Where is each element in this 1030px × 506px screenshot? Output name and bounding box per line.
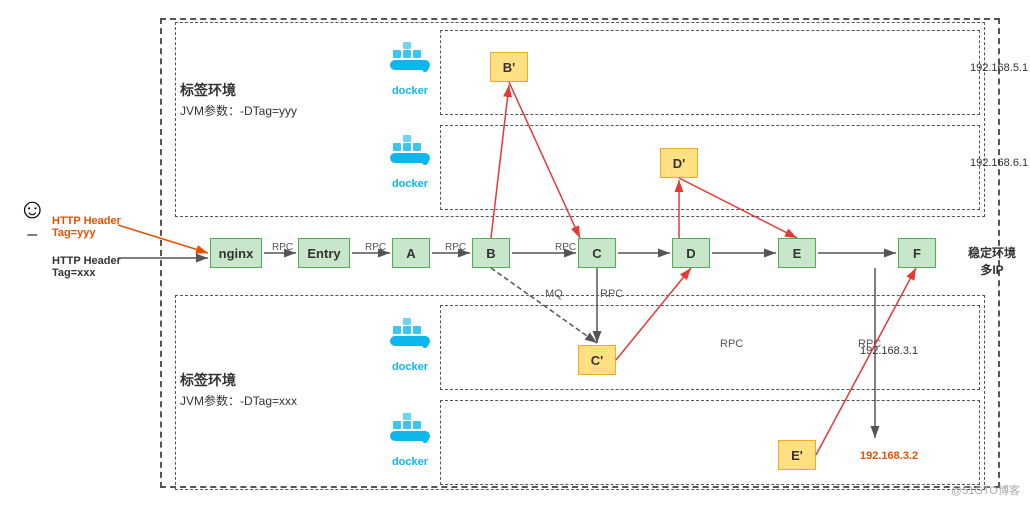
bot-env-label2: JVM参数：-DTag=xxx (180, 392, 297, 409)
docker-label-top2: docker (385, 178, 435, 190)
svc-entry: Entry (298, 238, 350, 268)
svc-c-prime: C' (578, 345, 616, 375)
http-header-tag-xxx: HTTP Header Tag=xxx (52, 255, 121, 279)
watermark: @51GTO博客 (951, 482, 1020, 498)
docker-label-top1: docker (385, 85, 435, 97)
person-icon: ☺ ⎯ (18, 195, 47, 246)
docker-box-bot2 (440, 400, 980, 485)
top-env-label1: 标签环境 (180, 80, 236, 100)
docker-label-bot1: docker (385, 361, 435, 373)
bot-env-label1: 标签环境 (180, 370, 236, 390)
rpc-label-bot2: RPC (858, 338, 881, 350)
mq-label: MQ (545, 288, 563, 300)
rpc-label-1: RPC (272, 242, 293, 253)
http-header-tag-yyy: HTTP Header Tag=yyy (52, 215, 121, 239)
docker-icon-bot1: docker (385, 318, 435, 373)
svc-nginx: nginx (210, 238, 262, 268)
svc-f: F (898, 238, 936, 268)
svc-b: B (472, 238, 510, 268)
docker-label-bot2: docker (385, 456, 435, 468)
rpc-label-mq: RPC (600, 288, 623, 300)
svc-b-prime: B' (490, 52, 528, 82)
stable-env-label: 稳定环境多IP (968, 245, 1016, 279)
rpc-label-4: RPC (555, 242, 576, 253)
svc-e-prime: E' (778, 440, 816, 470)
docker-icon-top1: docker (385, 42, 435, 97)
svc-d: D (672, 238, 710, 268)
docker-icon-top2: docker (385, 135, 435, 190)
svc-d-prime: D' (660, 148, 698, 178)
diagram-container: ☺ ⎯ HTTP Header Tag=yyy HTTP Header Tag=… (0, 0, 1030, 506)
svc-a: A (392, 238, 430, 268)
docker-box-top2 (440, 125, 980, 210)
ip-top2: 192.168.6.1 (970, 157, 1028, 169)
rpc-label-bot1: RPC (720, 338, 743, 350)
rpc-label-3: RPC (445, 242, 466, 253)
ip-bot2: 192.168.3.2 (860, 450, 918, 462)
ip-top1: 192.168.5.1 (970, 62, 1028, 74)
rpc-label-2: RPC (365, 242, 386, 253)
top-env-label2: JVM参数：-DTag=yyy (180, 102, 297, 119)
docker-icon-bot2: docker (385, 413, 435, 468)
svc-c: C (578, 238, 616, 268)
svc-e: E (778, 238, 816, 268)
